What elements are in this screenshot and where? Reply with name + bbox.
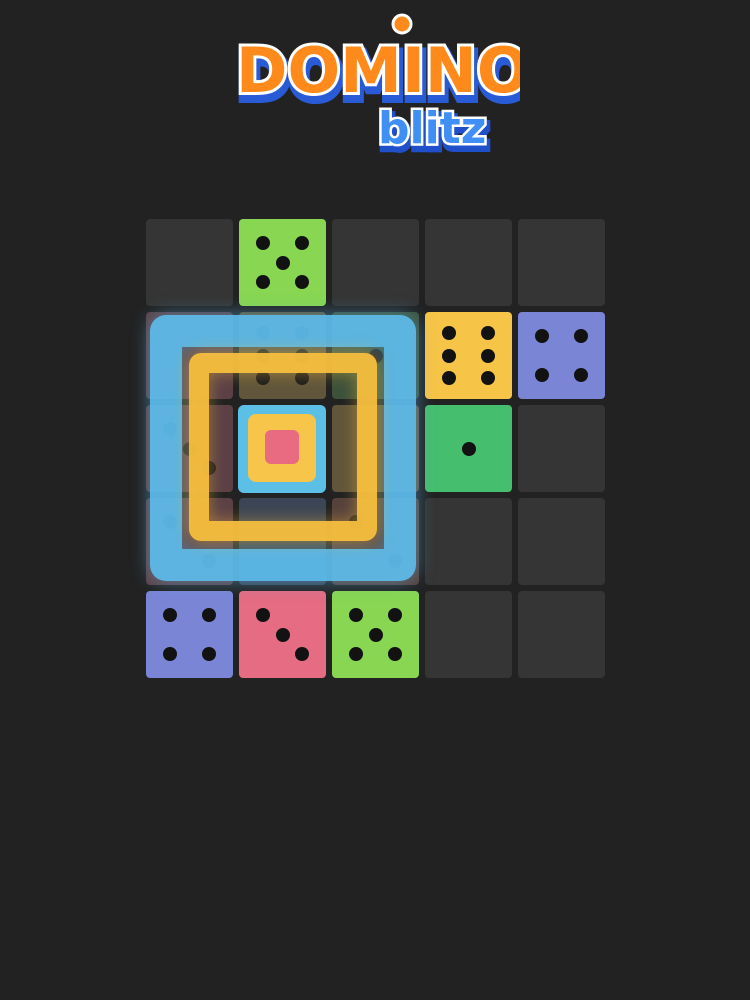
- die-pip: [294, 236, 309, 251]
- die-pip: [294, 274, 309, 289]
- logo-title: DOMINO: [236, 34, 520, 107]
- die-pip: [256, 236, 271, 251]
- die-pip: [480, 348, 495, 363]
- die-pip: [480, 371, 495, 386]
- die-tile-0[interactable]: [239, 498, 326, 585]
- empty-cell[interactable]: [425, 498, 512, 585]
- die-pip: [294, 646, 309, 661]
- die-tile-6[interactable]: [239, 312, 326, 399]
- die-pip: [294, 348, 309, 363]
- die-pip: [573, 329, 588, 344]
- die-pip: [163, 608, 178, 623]
- die-pip: [294, 325, 309, 340]
- die-pip: [442, 371, 457, 386]
- die-pip: [349, 515, 364, 530]
- die-tile-2[interactable]: [332, 498, 419, 585]
- die-pip: [256, 371, 271, 386]
- die-tile-1[interactable]: [332, 312, 419, 399]
- empty-cell[interactable]: [518, 219, 605, 306]
- game-board[interactable]: [146, 219, 605, 678]
- empty-cell[interactable]: [332, 219, 419, 306]
- die-pip: [256, 274, 271, 289]
- die-pip: [387, 608, 402, 623]
- die-tile-2[interactable]: [146, 498, 233, 585]
- empty-cell[interactable]: [425, 219, 512, 306]
- die-pip: [275, 627, 290, 642]
- die-pip: [256, 325, 271, 340]
- die-tile-3[interactable]: [146, 405, 233, 492]
- die-pip: [535, 367, 550, 382]
- die-pip: [256, 608, 271, 623]
- die-pip: [163, 646, 178, 661]
- die-tile-4[interactable]: [518, 312, 605, 399]
- die-pip: [256, 348, 271, 363]
- die-pip: [480, 325, 495, 340]
- empty-cell[interactable]: [518, 405, 605, 492]
- die-pip: [201, 553, 216, 568]
- die-pip: [368, 627, 383, 642]
- empty-cell[interactable]: [146, 219, 233, 306]
- empty-cell[interactable]: [518, 591, 605, 678]
- game-logo: DOMINO DOMINO blitz blitz: [230, 10, 520, 165]
- empty-cell[interactable]: [425, 591, 512, 678]
- die-tile-0[interactable]: [332, 405, 419, 492]
- die-pip: [294, 371, 309, 386]
- die-tile-4[interactable]: [146, 591, 233, 678]
- domino-blitz-logo: DOMINO DOMINO blitz blitz: [233, 13, 520, 163]
- die-tile-5[interactable]: [239, 219, 326, 306]
- die-pip: [163, 422, 178, 437]
- die-pip: [387, 553, 402, 568]
- die-tile-0[interactable]: [146, 312, 233, 399]
- die-tile-3[interactable]: [239, 591, 326, 678]
- die-tile-5[interactable]: [332, 591, 419, 678]
- die-pip: [201, 460, 216, 475]
- die-pip: [535, 329, 550, 344]
- die-pip: [201, 608, 216, 623]
- die-pip: [442, 325, 457, 340]
- die-pip: [182, 441, 197, 456]
- empty-cell[interactable]: [518, 498, 605, 585]
- die-pip: [349, 608, 364, 623]
- die-pip: [275, 255, 290, 270]
- logo-subtitle: blitz: [378, 103, 486, 154]
- die-pip: [368, 348, 383, 363]
- die-pip: [201, 646, 216, 661]
- die-tile-1[interactable]: [425, 405, 512, 492]
- die-pip: [573, 367, 588, 382]
- die-pip: [461, 441, 476, 456]
- die-pip: [442, 348, 457, 363]
- die-tile-6[interactable]: [425, 312, 512, 399]
- die-pip: [387, 646, 402, 661]
- empty-cell[interactable]: [239, 405, 326, 492]
- die-pip: [349, 646, 364, 661]
- die-pip: [163, 515, 178, 530]
